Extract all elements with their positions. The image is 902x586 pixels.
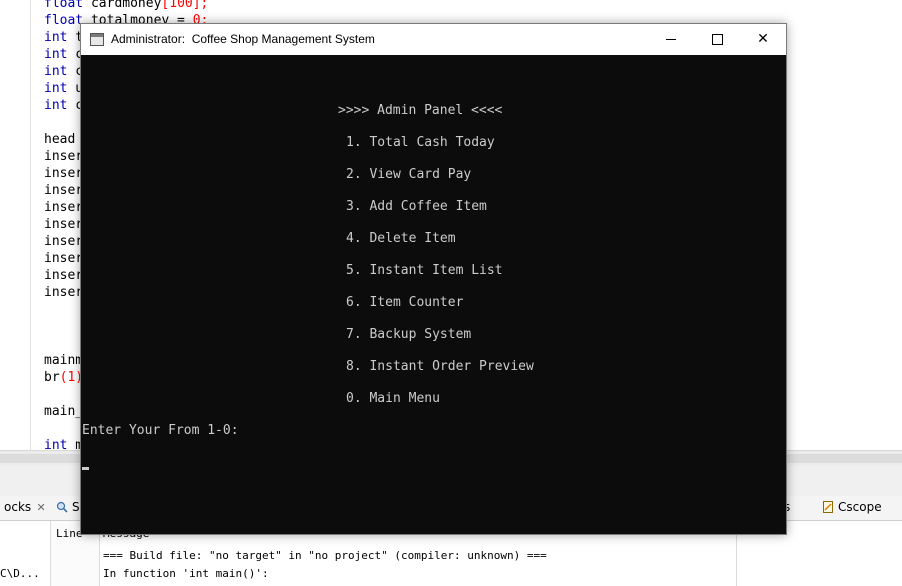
- code-keyword: int: [44, 30, 68, 45]
- code-text: cardmoney: [83, 0, 162, 11]
- menu-option: 4. Delete Item: [346, 231, 456, 246]
- code-literal: [100];: [161, 0, 209, 11]
- console-window[interactable]: Administrator: Coffee Shop Management Sy…: [80, 23, 787, 535]
- menu-option: 1. Total Cash Today: [346, 135, 495, 150]
- code-text: inser: [44, 285, 84, 300]
- search-icon: [56, 501, 68, 513]
- code-keyword: int: [44, 81, 68, 96]
- menu-option: 7. Backup System: [346, 327, 472, 342]
- menu-option: 3. Add Coffee Item: [346, 199, 487, 214]
- code-text: head: [44, 132, 76, 147]
- tab-code-blocks[interactable]: ocks ✕: [0, 496, 51, 519]
- code-text: inser: [44, 149, 84, 164]
- code-text: br: [44, 370, 60, 385]
- minimize-button[interactable]: [648, 24, 694, 55]
- code-text: inser: [44, 234, 84, 249]
- log-row[interactable]: In function 'int main()':: [103, 567, 269, 580]
- console-output[interactable]: >>>> Admin Panel <<<< 1. Total Cash Toda…: [81, 55, 786, 534]
- column-header-line[interactable]: Line: [56, 527, 83, 540]
- menu-option: 6. Item Counter: [346, 295, 464, 310]
- code-keyword: int: [44, 98, 68, 113]
- document-icon: [823, 501, 833, 513]
- code-keyword: int: [44, 47, 68, 62]
- code-text: inser: [44, 166, 84, 181]
- tab-label: ocks: [4, 500, 32, 514]
- text-cursor: [82, 467, 89, 470]
- code-text: mainm: [44, 353, 84, 368]
- file-path-cell[interactable]: C\D...: [0, 567, 40, 580]
- code-keyword: int: [44, 64, 68, 79]
- code-text: inser: [44, 200, 84, 215]
- maximize-icon: [711, 33, 723, 45]
- code-keyword: float: [44, 0, 84, 11]
- minimize-icon: [666, 38, 676, 40]
- tab-cscope[interactable]: Cscope✕: [818, 496, 902, 539]
- close-button[interactable]: ✕: [740, 24, 786, 55]
- close-icon[interactable]: ✕: [35, 502, 47, 514]
- code-keyword: float: [44, 13, 84, 28]
- code-text: inser: [44, 183, 84, 198]
- tab-label: Cscope: [838, 500, 882, 514]
- menu-option: 0. Main Menu: [346, 391, 440, 406]
- code-text: inser: [44, 217, 84, 232]
- menu-option: 2. View Card Pay: [346, 167, 472, 182]
- code-text: main_: [44, 404, 84, 419]
- code-text: inser: [44, 251, 84, 266]
- code-line[interactable]: float cardmoney[100];: [44, 0, 208, 12]
- close-icon: ✕: [757, 31, 769, 47]
- menu-option: 5. Instant Item List: [346, 263, 503, 278]
- window-titlebar[interactable]: Administrator: Coffee Shop Management Sy…: [81, 24, 786, 55]
- admin-panel-heading: >>>> Admin Panel <<<<: [338, 103, 503, 118]
- code-text: inser: [44, 268, 84, 283]
- line-number-gutter: [0, 0, 31, 450]
- menu-option: 8. Instant Order Preview: [346, 359, 534, 374]
- maximize-button[interactable]: [694, 24, 740, 55]
- window-title: Administrator: Coffee Shop Management Sy…: [111, 32, 375, 46]
- input-prompt: Enter Your From 1-0:: [82, 423, 239, 438]
- log-row[interactable]: === Build file: "no target" in "no proje…: [103, 549, 547, 562]
- console-app-icon[interactable]: [90, 33, 104, 46]
